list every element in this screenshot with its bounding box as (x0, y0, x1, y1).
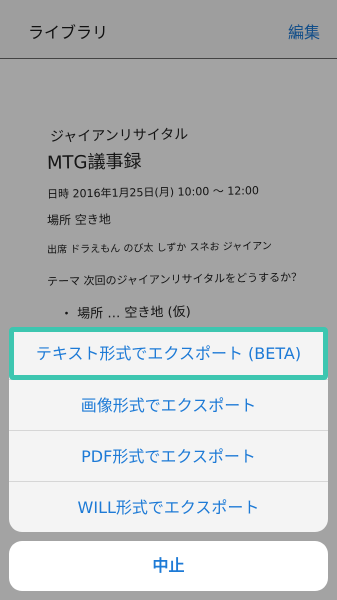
export-pdf-button[interactable]: PDF形式でエクスポート (9, 430, 328, 482)
export-will-button[interactable]: WILL形式でエクスポート (9, 481, 328, 532)
export-action-sheet: テキスト形式でエクスポート (BETA) 画像形式でエクスポート PDF形式でエ… (9, 328, 328, 532)
export-image-button[interactable]: 画像形式でエクスポート (9, 379, 328, 431)
cancel-button[interactable]: 中止 (9, 541, 328, 591)
export-text-beta-button[interactable]: テキスト形式でエクスポート (BETA) (9, 328, 328, 379)
